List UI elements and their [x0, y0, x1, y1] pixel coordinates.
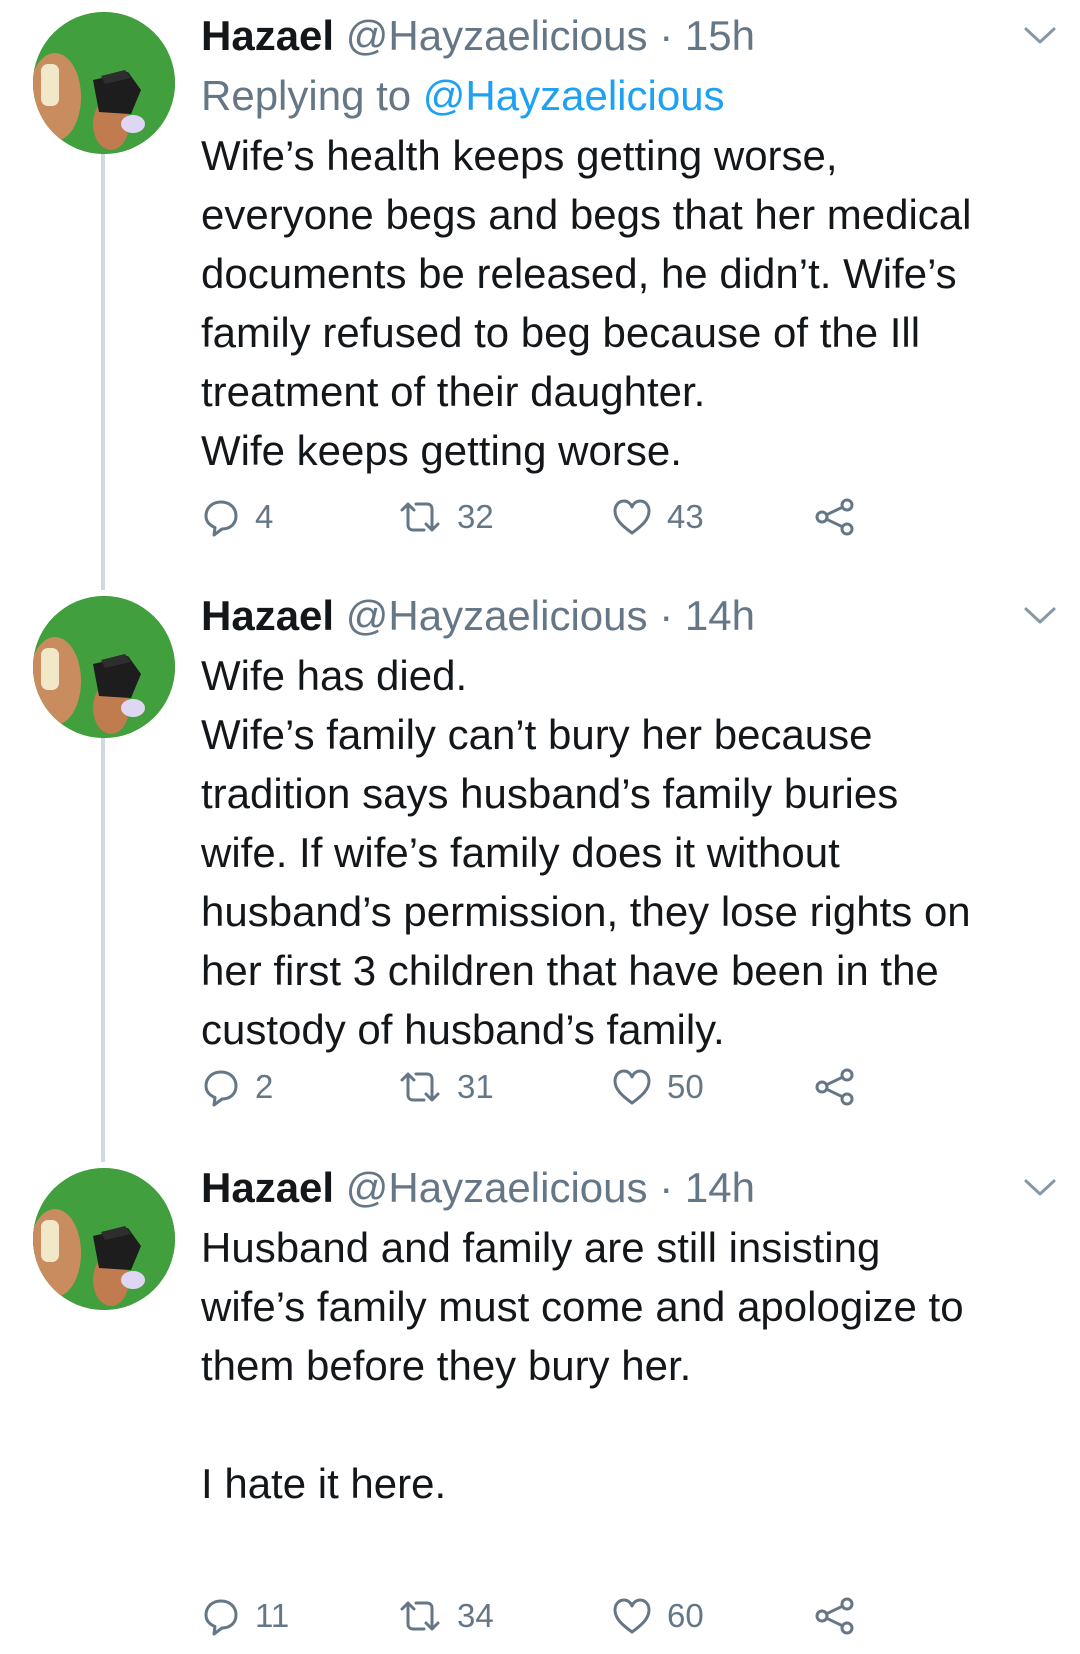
tweet-text: Wife’s health keeps getting worse, every… — [201, 132, 972, 474]
retweet-arrows-icon — [400, 502, 440, 532]
heart-outline-icon — [613, 1069, 651, 1105]
retweet-button[interactable]: 32 — [397, 492, 494, 542]
author-name[interactable]: Hazael — [201, 592, 334, 639]
tweet-actions: 11 34 60 — [201, 1591, 901, 1641]
avatar[interactable] — [33, 596, 175, 738]
tweet-actions: 2 31 50 — [201, 1062, 901, 1112]
speech-bubble-icon — [204, 1070, 238, 1107]
share-nodes-icon — [815, 1068, 854, 1106]
chevron-down-icon[interactable] — [1020, 600, 1060, 630]
like-count: 60 — [667, 1597, 704, 1634]
retweet-arrows-icon — [400, 1072, 440, 1102]
share-button[interactable] — [813, 1591, 857, 1641]
author-name[interactable]: Hazael — [201, 12, 334, 59]
avatar-image — [33, 1168, 175, 1310]
author-name[interactable]: Hazael — [201, 1164, 334, 1211]
tweet-text: Wife has died. Wife’s family can’t bury … — [201, 652, 971, 1053]
reply-button[interactable]: 11 — [201, 1591, 289, 1641]
avatar[interactable] — [33, 12, 175, 154]
tweet-header: Hazael @Hayzaelicious · 14h — [201, 1158, 1060, 1218]
replying-to-mention[interactable]: @Hayzaelicious — [423, 72, 725, 119]
timestamp[interactable]: 14h — [685, 1164, 755, 1211]
reply-count: 2 — [255, 1068, 274, 1105]
retweet-count: 34 — [457, 1597, 494, 1634]
retweet-count: 32 — [457, 498, 494, 535]
timestamp[interactable]: 14h — [685, 592, 755, 639]
retweet-button[interactable]: 31 — [397, 1062, 494, 1112]
retweet-count: 31 — [457, 1068, 494, 1105]
separator-dot: · — [659, 12, 674, 59]
like-count: 43 — [667, 498, 704, 535]
speech-bubble-icon — [204, 500, 238, 537]
avatar-image — [33, 12, 175, 154]
reply-count: 11 — [255, 1597, 290, 1634]
thread-connector-line — [101, 150, 105, 590]
tweet-thread: Hazael @Hayzaelicious · 15h Replying to … — [0, 0, 1080, 1654]
reply-button[interactable]: 2 — [201, 1062, 273, 1112]
heart-outline-icon — [613, 1598, 651, 1634]
heart-outline-icon — [613, 499, 651, 535]
timestamp[interactable]: 15h — [685, 12, 755, 59]
chevron-down-icon[interactable] — [1020, 20, 1060, 50]
retweet-button[interactable]: 34 — [397, 1591, 494, 1641]
tweet-header: Hazael @Hayzaelicious · 15h — [201, 6, 1060, 66]
share-nodes-icon — [815, 1597, 854, 1635]
chevron-down-icon[interactable] — [1020, 1172, 1060, 1202]
separator-dot: · — [659, 592, 674, 639]
share-nodes-icon — [815, 498, 854, 536]
author-handle[interactable]: @Hayzaelicious — [346, 1164, 648, 1211]
thread-connector-line — [101, 732, 105, 1162]
like-count: 50 — [667, 1068, 704, 1105]
author-handle[interactable]: @Hayzaelicious — [346, 12, 648, 59]
separator-dot: · — [659, 1164, 674, 1211]
like-button[interactable]: 43 — [611, 492, 704, 542]
avatar-image — [33, 596, 175, 738]
tweet-actions: 4 32 43 — [201, 492, 901, 542]
tweet-text: Husband and family are still insisting w… — [201, 1224, 964, 1507]
speech-bubble-icon — [204, 1599, 238, 1636]
avatar[interactable] — [33, 1168, 175, 1310]
retweet-arrows-icon — [400, 1601, 440, 1631]
replying-to-label: Replying to — [201, 72, 412, 119]
tweet-header: Hazael @Hayzaelicious · 14h — [201, 586, 1060, 646]
like-button[interactable]: 60 — [611, 1591, 704, 1641]
share-button[interactable] — [813, 492, 857, 542]
author-handle[interactable]: @Hayzaelicious — [346, 592, 648, 639]
like-button[interactable]: 50 — [611, 1062, 704, 1112]
share-button[interactable] — [813, 1062, 857, 1112]
reply-count: 4 — [255, 498, 274, 535]
replying-to: Replying to @Hayzaelicious — [201, 66, 1060, 126]
reply-button[interactable]: 4 — [201, 492, 273, 542]
